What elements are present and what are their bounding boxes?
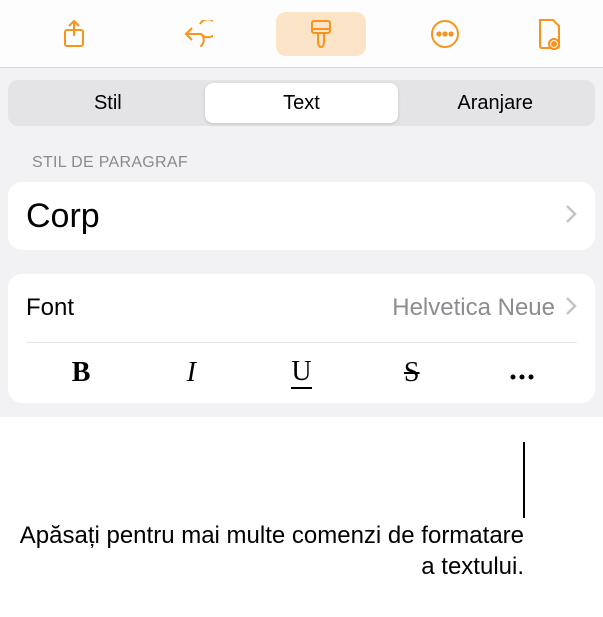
callout-leader-line xyxy=(523,442,525,518)
document-view-button[interactable] xyxy=(524,12,574,56)
font-card: Font Helvetica Neue B I U S xyxy=(8,274,595,403)
tab-style[interactable]: Stil xyxy=(11,83,205,123)
paragraph-style-value: Corp xyxy=(26,197,565,236)
share-button[interactable] xyxy=(29,12,119,56)
paragraph-style-header: STIL DE PARAGRAF xyxy=(32,154,595,172)
chevron-right-icon xyxy=(565,296,577,321)
italic-button[interactable]: I xyxy=(136,343,246,403)
italic-glyph: I xyxy=(187,357,196,389)
text-style-row: B I U S xyxy=(26,343,577,403)
tab-text[interactable]: Text xyxy=(205,83,399,123)
share-icon xyxy=(63,20,85,48)
bold-button[interactable]: B xyxy=(26,343,136,403)
paragraph-style-row[interactable]: Corp xyxy=(26,182,577,250)
ellipsis-icon xyxy=(430,19,460,49)
paragraph-style-card: Corp xyxy=(8,182,595,250)
font-row[interactable]: Font Helvetica Neue xyxy=(26,274,577,342)
format-button[interactable] xyxy=(276,12,366,56)
format-tabs-area: Stil Text Aranjare xyxy=(0,68,603,126)
chevron-right-icon xyxy=(565,204,577,229)
tab-arrange[interactable]: Aranjare xyxy=(398,83,592,123)
more-text-options-button[interactable] xyxy=(467,343,577,403)
strike-glyph: S xyxy=(404,357,420,389)
format-tabs: Stil Text Aranjare xyxy=(8,80,595,126)
undo-button[interactable] xyxy=(153,12,243,56)
font-value: Helvetica Neue xyxy=(392,294,555,322)
undo-icon xyxy=(183,20,213,48)
callout-text: Apăsați pentru mai multe comenzi de form… xyxy=(0,520,560,582)
strikethrough-button[interactable]: S xyxy=(357,343,467,403)
underline-glyph: U xyxy=(291,358,311,389)
text-format-panel: STIL DE PARAGRAF Corp Font Helvetica Neu… xyxy=(0,126,603,403)
ellipsis-icon xyxy=(508,357,536,389)
more-button[interactable] xyxy=(400,12,490,56)
top-toolbar xyxy=(0,0,603,68)
bold-glyph: B xyxy=(72,357,91,389)
brush-icon xyxy=(308,19,334,49)
document-view-icon xyxy=(535,18,563,50)
underline-button[interactable]: U xyxy=(246,343,356,403)
font-label: Font xyxy=(26,294,74,322)
